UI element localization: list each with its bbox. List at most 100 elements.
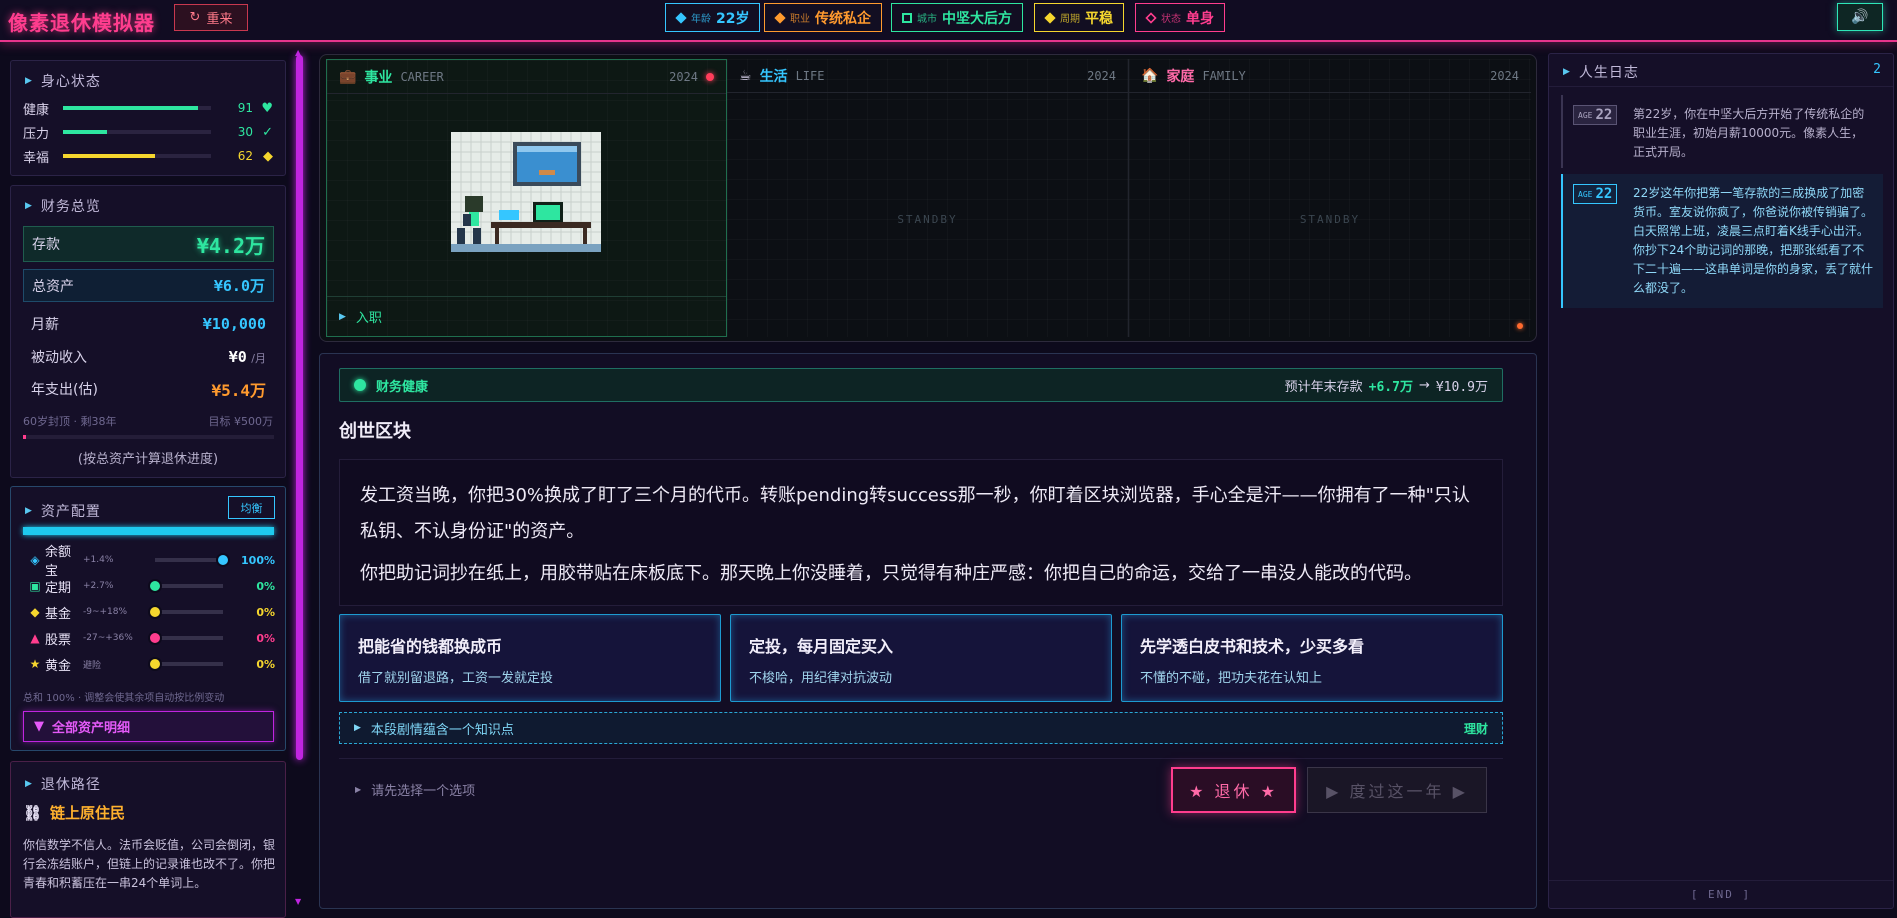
chapter-title: 创世区块 <box>339 421 411 442</box>
sound-toggle-button[interactable]: 🔊 <box>1837 3 1883 31</box>
reset-button[interactable]: ↻ 重来 <box>174 4 248 31</box>
allocation-slider[interactable] <box>148 579 223 593</box>
knowledge-label: 本段剧情蕴含一个知识点 <box>370 722 514 738</box>
forecast-label: 预计年末存款 <box>1284 379 1363 395</box>
family-en: FAMILY <box>1202 68 1246 83</box>
cap-label: 60岁封顶 · 剩38年 <box>23 415 117 428</box>
asset-detail-button[interactable]: ▼ 全部资产明细 <box>23 711 274 742</box>
divider <box>339 758 1503 759</box>
stat-name: 健康 <box>23 102 50 118</box>
health-label: 财务健康 <box>376 379 429 395</box>
choice-prompt: ▶ 请先选择一个选项 <box>355 780 475 799</box>
family-standby: STANDBY <box>1299 213 1361 226</box>
asset-detail-label: 全部资产明细 <box>52 721 131 736</box>
divider <box>1549 86 1893 87</box>
asset-rate: +1.4% <box>83 555 114 565</box>
coffee-icon: ☕ <box>739 67 752 84</box>
bar-fill <box>63 154 155 158</box>
life-standby: STANDBY <box>897 213 958 226</box>
status-chip: 状态 单身 <box>1135 3 1225 32</box>
life-year: 2024 <box>1087 68 1116 83</box>
savings-label: 存款 <box>32 237 60 253</box>
passive-label: 被动收入 <box>31 350 87 366</box>
allocation-panel: ▶ 资产配置 均衡 ◈ 余额宝 +1.4% 100% ▣ 定期 +2.7% 0%… <box>10 486 286 751</box>
diamond-outline-icon <box>1145 11 1157 24</box>
stress-row: 压力 30 ✓ <box>23 123 273 142</box>
triangle-up-icon: ▲ <box>30 631 40 645</box>
age-badge: AGE 22 <box>1573 105 1618 125</box>
age-badge: AGE 22 <box>1573 184 1618 204</box>
assets-value: ¥6.0万 <box>213 277 265 295</box>
asset-rate: 避险 <box>83 660 102 671</box>
reset-label: 重来 <box>206 12 233 27</box>
log-text: 第22岁，你在中坚大后方开始了传统私企的职业生涯，初始月薪10000元。像素人生… <box>1633 107 1865 159</box>
path-title: ▶ 退休路径 <box>25 774 101 794</box>
wellbeing-panel: ▶ 身心状态 健康 91 ♥ 压力 30 ✓ 幸福 62 ◆ <box>10 60 286 176</box>
asset-pct: 0% <box>256 657 275 671</box>
scroll-up-icon[interactable]: ▲ <box>295 48 301 57</box>
stat-name: 压力 <box>23 126 50 142</box>
slider-knob[interactable] <box>148 579 162 593</box>
slider-knob[interactable] <box>148 657 162 671</box>
option-title: 定投，每月固定买入 <box>749 637 894 656</box>
forecast-delta: +6.7万 <box>1368 379 1413 395</box>
triangle-icon: ▶ <box>25 201 33 211</box>
career-year: 2024 <box>669 69 698 84</box>
office-pixel-illustration <box>451 132 601 252</box>
panel-title-text: 人生日志 <box>1578 65 1639 81</box>
slider-knob[interactable] <box>148 605 162 619</box>
square-icon: ▣ <box>29 579 41 593</box>
stat-value: 62 <box>237 149 253 163</box>
alloc-row-yuebao: ◈ 余额宝 +1.4% 100% <box>25 545 285 579</box>
stress-bar <box>63 130 211 134</box>
path-name: 链上原住民 <box>50 804 126 822</box>
allocation-note: 总和 100% · 调整会使其余项自动按比例变动 <box>23 693 225 704</box>
wellbeing-title: ▶ 身心状态 <box>25 71 101 91</box>
slider-knob[interactable] <box>216 553 230 567</box>
salary-value: ¥10,000 <box>202 315 266 333</box>
asset-name: 基金 <box>45 606 72 622</box>
allocation-slider[interactable] <box>148 657 223 671</box>
chip-value: 22岁 <box>716 10 750 27</box>
status-dot-icon <box>354 379 366 391</box>
knowledge-point-toggle[interactable]: ▶ 本段剧情蕴含一个知识点 理财 <box>339 712 1503 744</box>
salary-label: 月薪 <box>31 317 59 333</box>
age-chip: 年龄 22岁 <box>665 3 761 32</box>
career-header: 💼 事业 CAREER 2024 <box>327 60 726 94</box>
allocation-title: ▶ 资产配置 <box>25 501 101 521</box>
life-header: ☕ 生活 LIFE 2024 <box>727 59 1128 93</box>
refresh-icon: ↻ <box>189 10 201 25</box>
path-name-row: ⛓ 链上原住民 <box>23 802 125 823</box>
option-2-button[interactable]: 定投，每月固定买入 不梭哈，用纪律对抗波动 <box>730 614 1112 702</box>
option-3-button[interactable]: 先学透白皮书和技术，少买多看 不懂的不碰，把功夫花在认知上 <box>1121 614 1503 702</box>
asset-pct: 0% <box>256 579 275 593</box>
bar-fill <box>63 130 108 134</box>
assets-label: 总资产 <box>32 278 74 295</box>
age-badge-label: AGE <box>1578 189 1593 199</box>
asset-pct: 0% <box>256 605 275 619</box>
option-subtitle: 借了就别留退路，工资一发就定投 <box>358 671 554 686</box>
sidebar-scrollbar[interactable] <box>296 55 303 760</box>
option-1-button[interactable]: 把能省的钱都换成币 借了就别留退路，工资一发就定投 <box>339 614 721 702</box>
next-year-button[interactable]: ▶ 度过这一年 ▶ <box>1307 767 1487 813</box>
triangle-icon: ▶ <box>25 779 33 789</box>
diamond-icon <box>774 11 786 24</box>
scroll-down-icon[interactable]: ▼ <box>295 897 301 906</box>
chip-label: 状态 <box>1161 14 1181 25</box>
balance-button[interactable]: 均衡 <box>228 496 275 519</box>
allocation-slider[interactable] <box>148 605 223 619</box>
total-assets-row: 总资产 ¥6.0万 <box>23 269 274 302</box>
path-desc: 你信数学不信人。法币会贬值，公司会倒闭，银行会冻结账户，但链上的记录谁也改不了。… <box>23 838 276 890</box>
alloc-row-gold: ★ 黄金 避险 0% <box>25 653 285 675</box>
age-badge-value: 22 <box>1595 185 1613 202</box>
slider-knob[interactable] <box>148 631 162 645</box>
retire-button[interactable]: ★ 退休 ★ <box>1171 767 1296 813</box>
top-bar: 像素退休模拟器 ↻ 重来 年龄 22岁 职业 传统私企 城市 中坚大后方 周期 … <box>0 0 1897 42</box>
health-bar <box>63 106 211 110</box>
chip-value: 传统私企 <box>815 10 871 27</box>
allocation-slider[interactable] <box>155 553 230 567</box>
building-icon <box>902 12 912 23</box>
panel-title-text: 财务总览 <box>40 199 101 215</box>
allocation-slider[interactable] <box>148 631 223 645</box>
log-end-marker: [ END ] <box>1549 880 1893 908</box>
